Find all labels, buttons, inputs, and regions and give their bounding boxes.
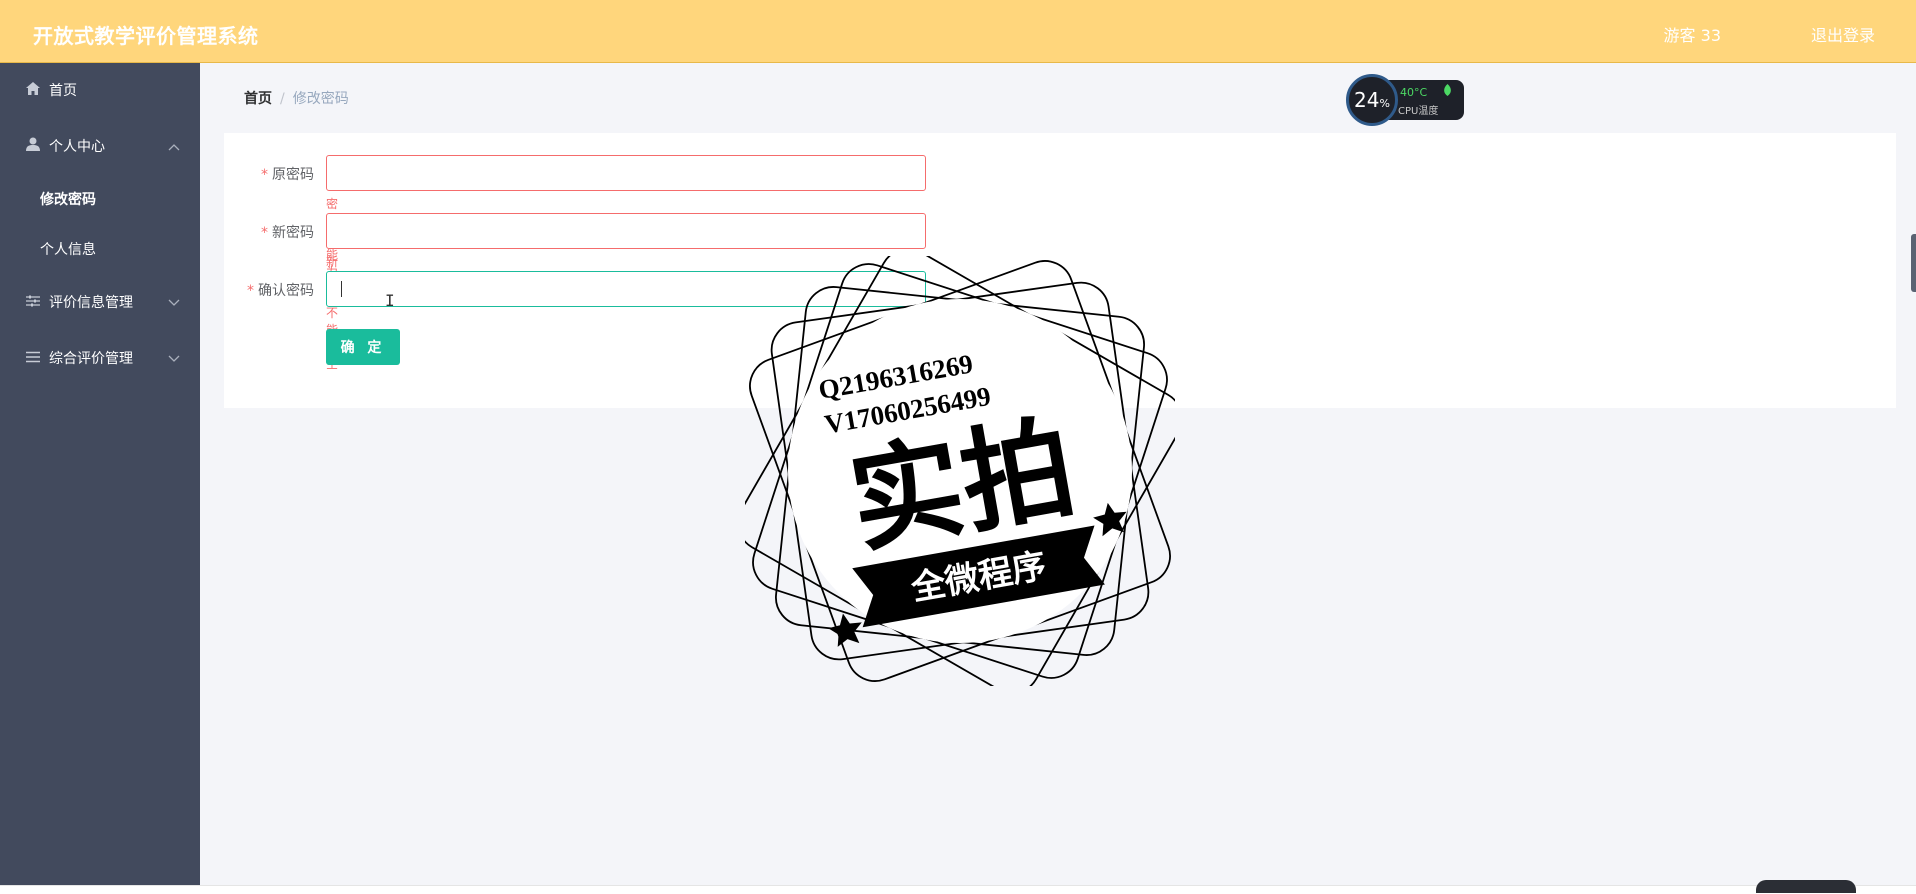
sidebar-item-personal-center[interactable]: 个人中心 [0,119,200,175]
top-header: 开放式教学评价管理系统 游客 33 退出登录 [0,0,1916,63]
sidebar-item-home[interactable]: 首页 [0,63,200,119]
sidebar-item-label: 个人中心 [49,139,105,155]
old-password-input[interactable] [326,155,926,191]
chevron-up-icon [168,119,180,175]
home-icon [25,63,41,119]
chevron-down-icon [168,275,180,331]
floating-widget[interactable] [1756,880,1856,893]
sidebar-item-label: 首页 [49,83,77,99]
sidebar: 首页 个人中心 修改密码 个人信息 评价信息管理 综合评价管理 [0,63,200,885]
required-mark: * [261,225,268,241]
new-password-input[interactable] [326,213,926,249]
cpu-label: CPU温度 [1398,106,1439,117]
list-icon [25,331,41,387]
sidebar-item-evaluation-info[interactable]: 评价信息管理 [0,275,200,331]
ibeam-cursor-icon: I [385,291,395,310]
cpu-usage-gauge: 24% [1346,74,1398,126]
cpu-percent-unit: % [1379,97,1390,110]
cpu-monitor-widget[interactable]: 40°C CPU温度 24% [1346,74,1464,126]
breadcrumb-separator: / [280,91,285,107]
breadcrumb-current: 修改密码 [292,91,349,107]
sidebar-item-label: 评价信息管理 [49,295,133,311]
sidebar-item-comprehensive-eval[interactable]: 综合评价管理 [0,331,200,387]
text-caret [341,281,342,297]
user-icon [25,119,41,175]
confirm-button[interactable]: 确 定 [326,329,400,365]
sliders-icon [25,275,41,331]
logout-link[interactable]: 退出登录 [1811,22,1875,46]
sidebar-subitem-change-password[interactable]: 修改密码 [0,175,200,225]
breadcrumb-home[interactable]: 首页 [244,91,272,107]
cpu-temperature: 40°C [1400,86,1428,99]
scrollbar-handle[interactable] [1911,234,1916,292]
breadcrumb: 首页 / 修改密码 [244,88,349,108]
cpu-percent: 24 [1354,88,1380,112]
new-password-label: * 新密码 [261,225,314,241]
required-mark: * [247,283,254,299]
sidebar-subitem-personal-info[interactable]: 个人信息 [0,225,200,275]
watermark-stamp: Q2196316269 V17060256499 实拍 全微程序 [745,256,1175,686]
sidebar-item-label: 综合评价管理 [49,351,133,367]
old-password-label: * 原密码 [261,167,314,183]
chevron-down-icon [168,331,180,387]
app-title: 开放式教学评价管理系统 [33,24,259,48]
required-mark: * [261,167,268,183]
confirm-password-label: * 确认密码 [247,283,314,299]
current-user: 游客 33 [1663,26,1721,45]
leaf-icon [1443,84,1452,99]
